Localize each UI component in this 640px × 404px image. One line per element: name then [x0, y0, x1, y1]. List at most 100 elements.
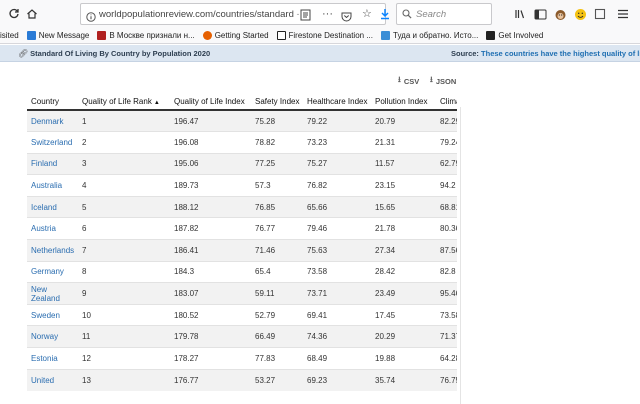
source-link[interactable]: These countries have the highest quality…	[481, 49, 640, 58]
cell-climate: 80.36	[436, 217, 457, 240]
info-icon[interactable]	[86, 9, 96, 27]
extension-square-icon[interactable]	[590, 4, 610, 24]
cell-safety: 52.79	[251, 303, 303, 326]
table-row: Denmark1196.4775.2879.2220.7982.29	[27, 109, 457, 132]
bookmark-item[interactable]: В Москве признали н...	[97, 31, 195, 40]
cell-climate: 94.2	[436, 174, 457, 197]
more-actions-icon[interactable]: ···	[322, 8, 333, 20]
data-table-container[interactable]: Country Quality of Life Rank ▲ Quality of…	[27, 85, 457, 404]
column-header-country[interactable]: Country	[27, 85, 78, 111]
country-link[interactable]: United	[27, 368, 78, 391]
bookmark-label: Getting Started	[214, 31, 269, 40]
firefox-icon	[202, 31, 212, 40]
search-icon	[402, 9, 412, 19]
bookmark-item[interactable]: isited	[0, 31, 19, 40]
url-text: worldpopulationreview.com/countries/stan…	[99, 8, 299, 20]
column-header-qol-index[interactable]: Quality of Life Index	[170, 85, 251, 111]
reader-view-icon[interactable]	[300, 8, 311, 26]
pocket-icon[interactable]	[341, 9, 352, 27]
cell-health: 76.82	[303, 174, 371, 197]
download-icon[interactable]	[375, 4, 395, 24]
table-row: Sweden10180.5252.7969.4117.4573.58	[27, 303, 457, 326]
column-header-rank[interactable]: Quality of Life Rank ▲	[78, 85, 170, 111]
cell-safety: 75.28	[251, 109, 303, 132]
cell-climate: 71.37	[436, 325, 457, 348]
bookmark-item[interactable]: Туда и обратно. Исто...	[381, 31, 478, 40]
link-icon[interactable]: 🔗︎	[18, 49, 28, 58]
table-row: Estonia12178.2777.8368.4919.8864.28	[27, 347, 457, 370]
country-link[interactable]: Switzerland	[27, 131, 78, 154]
country-link[interactable]: Australia	[27, 174, 78, 197]
cell-health: 69.23	[303, 368, 371, 391]
reload-icon[interactable]	[4, 4, 24, 24]
extension-smiley-icon[interactable]	[570, 4, 590, 24]
firestone-icon	[276, 31, 286, 40]
source-text: Source: These countries have the highest…	[451, 49, 640, 58]
cell-health: 73.23	[303, 131, 371, 154]
cell-pollution: 20.79	[371, 109, 436, 132]
cell-climate: 82.8	[436, 260, 457, 283]
table-row: Austria6187.8276.7779.4621.7880.36	[27, 217, 457, 240]
country-link[interactable]: Norway	[27, 325, 78, 348]
cell-safety: 66.49	[251, 325, 303, 348]
cell-climate: 62.79	[436, 152, 457, 175]
table-row: Iceland5188.1276.8565.6615.6568.81	[27, 195, 457, 218]
cell-pollution: 23.15	[371, 174, 436, 197]
cell-safety: 71.46	[251, 239, 303, 262]
extension-monkey-icon[interactable]	[550, 4, 570, 24]
country-link[interactable]: Denmark	[27, 109, 78, 132]
bookmark-item[interactable]: New Message	[26, 31, 89, 40]
cell-qol: 189.73	[170, 174, 251, 197]
cell-pollution: 19.88	[371, 347, 436, 370]
cell-qol: 196.08	[170, 131, 251, 154]
page-title: Standard Of Living By Country by Populat…	[30, 48, 211, 58]
browser-toolbar: worldpopulationreview.com/countries/stan…	[0, 0, 640, 28]
country-link[interactable]: Finland	[27, 152, 78, 175]
data-table: Country Quality of Life Rank ▲ Quality of…	[27, 85, 457, 391]
menu-icon[interactable]	[613, 4, 633, 24]
url-bar[interactable]: worldpopulationreview.com/countries/stan…	[80, 3, 386, 25]
sidebar-icon[interactable]	[530, 4, 550, 24]
bookmark-item[interactable]: Firestone Destination ...	[276, 31, 373, 40]
country-link[interactable]: Germany	[27, 260, 78, 283]
cell-pollution: 15.65	[371, 195, 436, 218]
table-row: Norway11179.7866.4974.3620.2971.37	[27, 325, 457, 348]
cell-health: 74.36	[303, 325, 371, 348]
table-row: Switzerland2196.0878.8273.2321.3179.24	[27, 131, 457, 154]
table-row: New Zealand9183.0759.1173.7123.4995.46	[27, 282, 457, 305]
column-header-pollution[interactable]: Pollution Index	[371, 85, 436, 111]
mozilla-icon	[486, 31, 496, 40]
cell-qol: 187.82	[170, 217, 251, 240]
cell-rank: 2	[78, 131, 170, 154]
cell-climate: 87.56	[436, 239, 457, 262]
bookmark-label: Туда и обратно. Исто...	[393, 31, 479, 40]
cell-rank: 3	[78, 152, 170, 175]
country-link[interactable]: Estonia	[27, 347, 78, 370]
cell-safety: 59.11	[251, 282, 303, 305]
country-link[interactable]: Iceland	[27, 195, 78, 218]
country-link[interactable]: Austria	[27, 217, 78, 240]
right-panel	[460, 107, 640, 404]
home-icon[interactable]	[22, 4, 42, 24]
cell-pollution: 20.29	[371, 325, 436, 348]
search-input[interactable]: Search	[416, 9, 446, 20]
country-link[interactable]: Sweden	[27, 303, 78, 326]
cell-safety: 76.85	[251, 195, 303, 218]
cell-health: 79.22	[303, 109, 371, 132]
search-box[interactable]: Search	[396, 3, 492, 25]
column-header-climate[interactable]: Clima	[436, 85, 457, 111]
cell-health: 73.58	[303, 260, 371, 283]
bookmark-item[interactable]: Getting Started	[202, 31, 269, 40]
library-icon[interactable]	[510, 4, 530, 24]
country-link[interactable]: Netherlands	[27, 239, 78, 262]
cell-climate: 68.81	[436, 195, 457, 218]
bookmark-item[interactable]: Get Involved	[486, 31, 543, 40]
cell-health: 69.41	[303, 303, 371, 326]
country-link[interactable]: New Zealand	[27, 282, 78, 305]
cell-climate: 73.58	[436, 303, 457, 326]
cell-rank: 13	[78, 368, 170, 391]
cell-pollution: 28.42	[371, 260, 436, 283]
column-header-healthcare[interactable]: Healthcare Index	[303, 85, 371, 111]
column-header-safety[interactable]: Safety Index	[251, 85, 303, 111]
bookmark-star-icon[interactable]: ☆	[362, 7, 372, 20]
